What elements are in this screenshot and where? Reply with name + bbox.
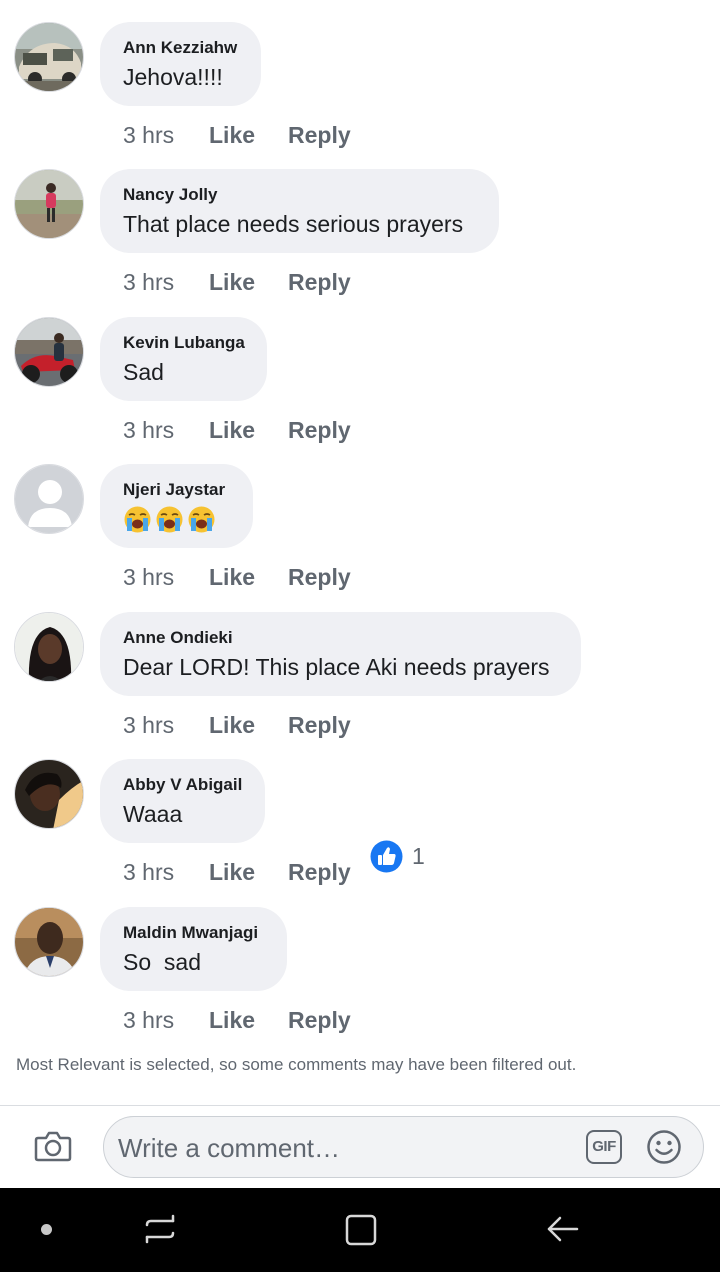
loudly-crying-face-icon [188,506,215,533]
comment-bubble: Abby V Abigail Waaa [100,759,265,843]
comment-item: Abby V Abigail Waaa 3 hrs Like Reply 1 [0,759,720,907]
comment-time[interactable]: 3 hrs [123,859,209,886]
comment-bubble: Njeri Jaystar [100,464,253,548]
comment-bubble: Nancy Jolly That place needs serious pra… [100,169,499,253]
comment-actions: 3 hrs Like Reply [123,120,351,150]
emoji-row [123,505,230,534]
system-navigation-bar [0,1188,720,1272]
filter-note: Most Relevant is selected, so some comme… [16,1055,577,1074]
smiley-icon[interactable] [646,1129,682,1165]
comment-author[interactable]: Kevin Lubanga [123,332,245,354]
comment-actions: 3 hrs Like Reply [123,857,351,887]
comment-text: So sad [123,949,201,975]
comment-author[interactable]: Maldin Mwanjagi [123,922,264,944]
reply-button[interactable]: Reply [288,564,351,591]
like-button[interactable]: Like [209,564,288,591]
reply-button[interactable]: Reply [288,1007,351,1034]
comment-text: Waaa [123,801,183,827]
comment-time[interactable]: 3 hrs [123,1007,209,1034]
reply-button[interactable]: Reply [288,417,351,444]
reaction-summary[interactable]: 1 [370,839,425,873]
like-button[interactable]: Like [209,122,288,149]
comment-input[interactable] [116,1130,580,1166]
avatar[interactable] [14,612,84,682]
avatar[interactable] [14,907,84,977]
comment-time[interactable]: 3 hrs [123,122,209,149]
comment-item: Maldin Mwanjagi So sad 3 hrs Like Reply [0,907,720,1055]
comment-actions: 3 hrs Like Reply [123,562,351,592]
reaction-count: 1 [412,842,425,869]
comment-actions: 3 hrs Like Reply [123,1005,351,1035]
divider [0,1105,720,1106]
comment-item: Anne Ondieki Dear LORD! This place Aki n… [0,612,720,760]
avatar[interactable] [14,317,84,387]
comment-time[interactable]: 3 hrs [123,269,209,296]
avatar[interactable] [14,759,84,829]
comment-item: Ann Kezziahw Jehova!!!! 3 hrs Like Reply [0,22,720,170]
reply-button[interactable]: Reply [288,269,351,296]
comment-time[interactable]: 3 hrs [123,712,209,739]
comment-author[interactable]: Ann Kezziahw [123,37,238,59]
thumbs-up-icon [370,840,403,872]
like-button[interactable]: Like [209,712,288,739]
comment-time[interactable]: 3 hrs [123,564,209,591]
reply-button[interactable]: Reply [288,122,351,149]
comment-text: Dear LORD! This place Aki needs prayers [123,654,550,680]
back-icon[interactable] [546,1212,580,1246]
comment-item: Kevin Lubanga Sad 3 hrs Like Reply [0,317,720,465]
camera-icon[interactable] [34,1127,72,1165]
reply-button[interactable]: Reply [288,859,351,886]
comment-actions: 3 hrs Like Reply [123,267,351,297]
gif-button[interactable]: GIF [586,1130,622,1164]
comment-time[interactable]: 3 hrs [123,417,209,444]
comment-bubble: Anne Ondieki Dear LORD! This place Aki n… [100,612,581,696]
like-button[interactable]: Like [209,417,288,444]
loudly-crying-face-icon [124,506,151,533]
comment-bubble: Maldin Mwanjagi So sad [100,907,287,991]
comment-author[interactable]: Nancy Jolly [123,184,476,206]
recent-apps-icon[interactable] [143,1212,177,1246]
comment-bubble: Kevin Lubanga Sad [100,317,267,401]
like-button[interactable]: Like [209,269,288,296]
loudly-crying-face-icon [156,506,183,533]
comment-text: That place needs serious prayers [123,211,464,237]
like-button[interactable]: Like [209,1007,288,1034]
comment-author[interactable]: Abby V Abigail [123,774,242,796]
avatar[interactable] [14,169,84,239]
comment-text: Sad [123,359,164,385]
menu-dot-icon[interactable] [41,1224,52,1235]
comment-item: Njeri Jaystar 3 hrs Like Reply [0,464,720,612]
home-icon[interactable] [345,1214,377,1246]
comment-actions: 3 hrs Like Reply [123,710,351,740]
comment-composer: GIF [103,1116,704,1178]
comment-item: Nancy Jolly That place needs serious pra… [0,169,720,317]
comment-author[interactable]: Njeri Jaystar [123,479,230,501]
avatar[interactable] [14,22,84,92]
reply-button[interactable]: Reply [288,712,351,739]
comment-author[interactable]: Anne Ondieki [123,627,558,649]
default-avatar-icon[interactable] [14,464,84,534]
comment-actions: 3 hrs Like Reply [123,415,351,445]
comment-bubble: Ann Kezziahw Jehova!!!! [100,22,261,106]
comment-text: Jehova!!!! [123,64,223,90]
like-button[interactable]: Like [209,859,288,886]
